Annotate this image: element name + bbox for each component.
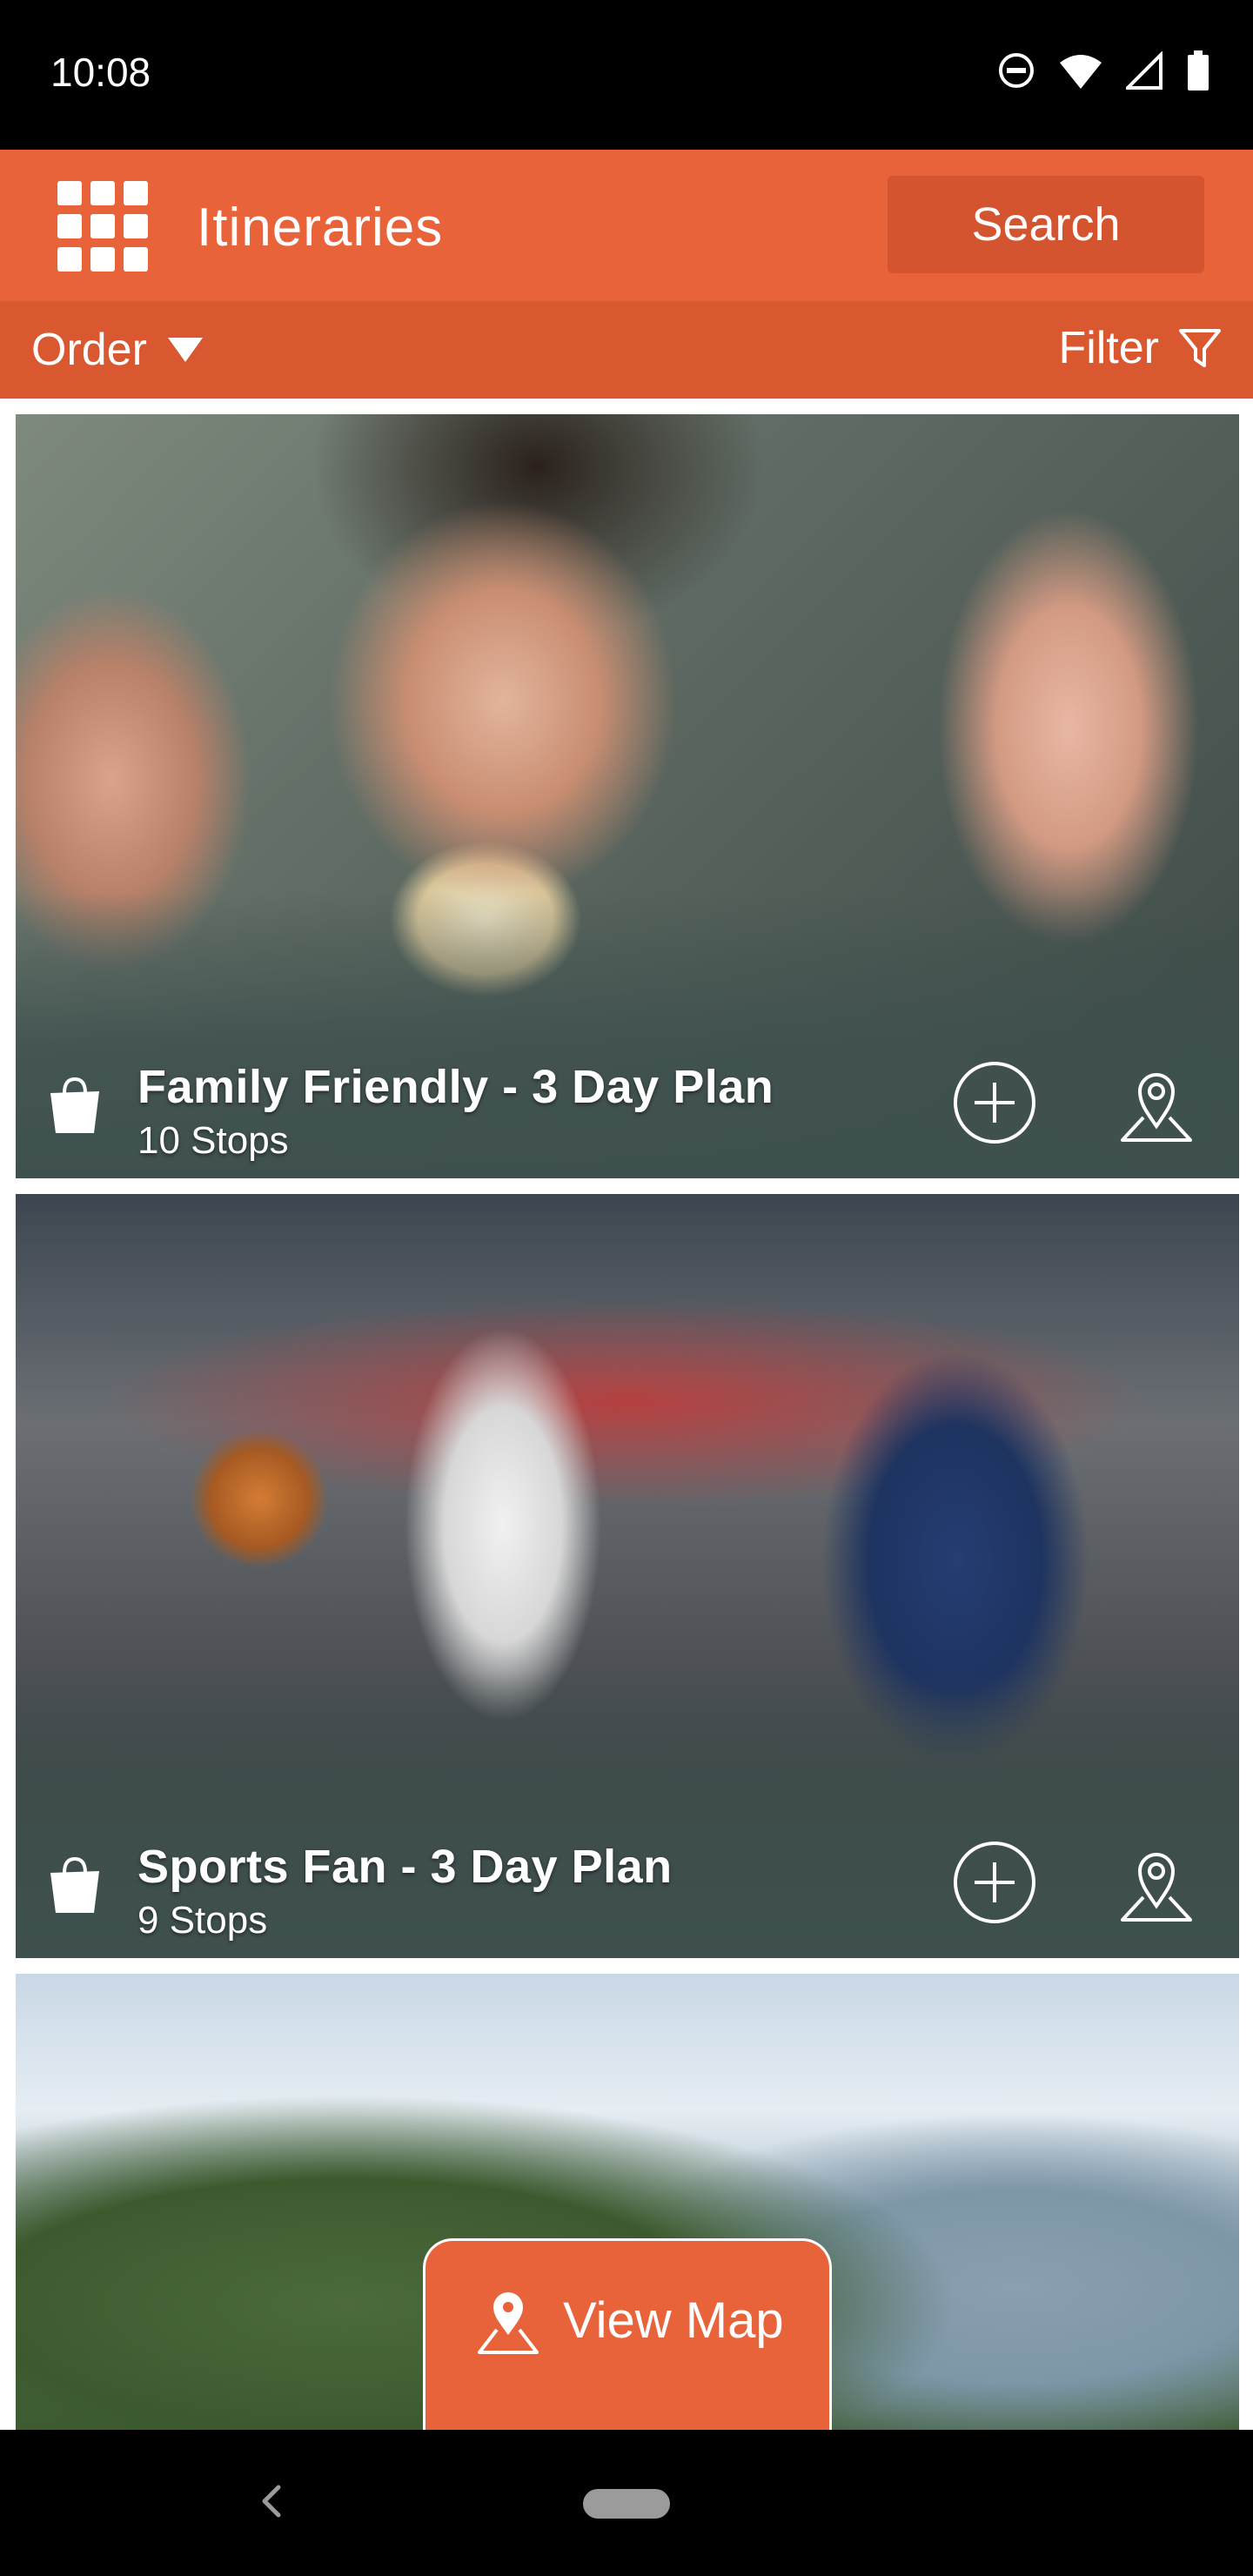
sort-filter-toolbar: Order Filter — [0, 301, 1253, 399]
map-pin-icon[interactable] — [1114, 1063, 1199, 1147]
status-icons — [997, 50, 1209, 91]
map-pin-icon — [478, 2292, 539, 2354]
itinerary-stops: 10 Stops — [137, 1119, 289, 1162]
status-bar: 10:08 — [0, 0, 1253, 150]
signal-icon — [1126, 51, 1163, 90]
home-pill[interactable] — [583, 2489, 670, 2519]
page-title: Itineraries — [197, 198, 444, 258]
itinerary-card[interactable]: Sports Fan - 3 Day Plan 9 Stops — [16, 1194, 1239, 1958]
filter-icon — [1179, 329, 1221, 367]
app-bar: Itineraries Search — [0, 150, 1253, 301]
view-map-button[interactable]: View Map — [423, 2238, 832, 2432]
filter-button[interactable]: Filter — [1058, 322, 1222, 374]
grid-menu-icon[interactable] — [57, 181, 148, 272]
status-time: 10:08 — [50, 50, 151, 95]
wifi-icon — [1060, 55, 1102, 89]
itinerary-stops: 9 Stops — [137, 1899, 268, 1942]
shopping-bag-icon — [50, 1077, 99, 1133]
system-nav-bar — [0, 2430, 1253, 2576]
do-not-disturb-icon — [999, 53, 1034, 88]
shopping-bag-icon — [50, 1856, 99, 1913]
itinerary-info: Family Friendly - 3 Day Plan 10 Stops — [137, 1060, 774, 1163]
itinerary-title: Sports Fan - 3 Day Plan — [137, 1841, 673, 1893]
itinerary-title: Family Friendly - 3 Day Plan — [137, 1061, 774, 1113]
order-button[interactable]: Order — [31, 324, 203, 376]
battery-icon — [1188, 50, 1209, 91]
add-circle-icon[interactable] — [952, 1840, 1037, 1925]
add-circle-icon[interactable] — [952, 1060, 1037, 1145]
caret-down-icon — [167, 338, 203, 362]
filter-label: Filter — [1058, 323, 1159, 373]
order-label: Order — [31, 325, 147, 375]
search-button[interactable]: Search — [888, 176, 1204, 273]
itinerary-card[interactable]: Family Friendly - 3 Day Plan 10 Stops — [16, 414, 1239, 1178]
back-icon[interactable] — [258, 2482, 284, 2520]
itinerary-info: Sports Fan - 3 Day Plan 9 Stops — [137, 1840, 673, 1942]
map-pin-icon[interactable] — [1114, 1843, 1199, 1927]
view-map-label: View Map — [563, 2292, 784, 2349]
